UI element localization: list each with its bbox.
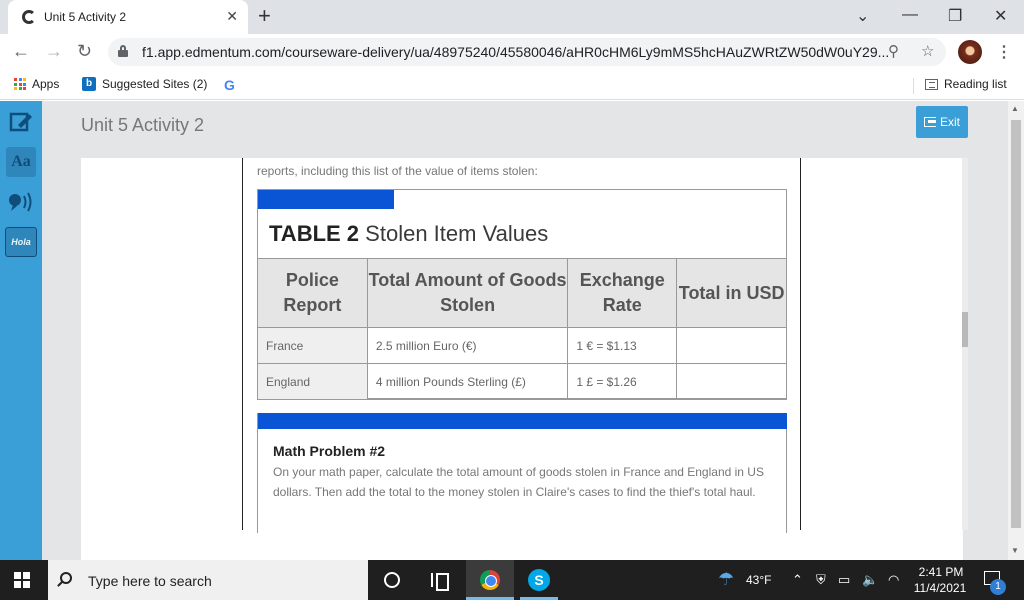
apps-grid-icon (14, 78, 26, 90)
bookmark-apps-label: Apps (32, 77, 60, 91)
reading-list-label: Reading list (944, 77, 1007, 91)
back-button[interactable]: ← (12, 41, 30, 62)
tab-strip: Unit 5 Activity 2 ✕ + ⌄ — ❐ ✕ (0, 0, 1024, 34)
table-row: France 2.5 million Euro (€) 1 € = $1.13 (257, 327, 787, 364)
show-hidden-icons-icon[interactable]: ⌃ (792, 572, 803, 588)
forward-button[interactable]: → (45, 41, 63, 62)
translate-icon[interactable]: Hola (5, 227, 37, 257)
table-accent-bar (258, 190, 394, 209)
stolen-items-table: Police Report Total Amount of Goods Stol… (257, 258, 787, 400)
zoom-icon[interactable]: ⚲ (888, 42, 899, 60)
activity-header: Unit 5 Activity 2 Exit (42, 101, 1008, 158)
problem-title: Math Problem #2 (273, 443, 386, 459)
exit-label: Exit (939, 115, 960, 129)
bing-icon: b (82, 77, 96, 91)
problem-text: On your math paper, calculate the total … (273, 465, 764, 499)
stolen-items-table-box: TABLE 2 Stolen Item Values Police Report… (257, 189, 787, 400)
browser-toolbar: ← → ↻ f1.app.edmentum.com/courseware-del… (0, 34, 1024, 70)
close-tab-icon[interactable]: ✕ (226, 8, 238, 25)
browser-menu-icon[interactable]: ⋮ (996, 42, 1012, 62)
table-cell: 1 € = $1.13 (567, 327, 678, 364)
reload-button[interactable]: ↻ (77, 41, 92, 62)
bookmark-apps[interactable]: Apps (14, 77, 59, 91)
notification-badge: 1 (990, 579, 1006, 595)
lock-icon[interactable] (118, 45, 128, 57)
page-title: Unit 5 Activity 2 (81, 115, 205, 135)
weather-temperature[interactable]: 43°F (746, 573, 771, 587)
close-window-button[interactable]: ✕ (994, 6, 1007, 26)
profile-avatar[interactable] (958, 40, 982, 64)
battery-icon[interactable]: ▭ (838, 572, 850, 588)
scroll-down-icon[interactable]: ▼ (1011, 546, 1019, 555)
chrome-taskbar-icon[interactable] (478, 568, 502, 592)
page-scroll-thumb[interactable] (1011, 120, 1021, 528)
cortana-icon[interactable] (380, 568, 404, 592)
column-header: Total Amount of Goods Stolen (366, 258, 569, 328)
bookmark-suggested-sites[interactable]: b Suggested Sites (2) (82, 77, 207, 91)
minimize-button[interactable]: — (902, 6, 918, 24)
dictionary-icon[interactable]: Aa (6, 147, 36, 177)
bookmark-divider (913, 78, 914, 94)
reading-list-button[interactable]: Reading list (925, 77, 1007, 91)
column-header: Police Report (257, 258, 368, 328)
defender-icon[interactable]: ⛨ (816, 572, 826, 588)
tab-search-icon[interactable]: ⌄ (856, 6, 869, 26)
bookmark-star-icon[interactable]: ☆ (921, 42, 934, 60)
taskbar-search-box[interactable]: Type here to search (48, 560, 368, 600)
table-cell (676, 363, 787, 400)
clock-time[interactable]: 2:41 PM (916, 565, 966, 579)
wifi-icon[interactable]: ◠ (888, 572, 899, 588)
address-bar[interactable]: f1.app.edmentum.com/courseware-delivery/… (108, 38, 946, 66)
content-right-rule (800, 158, 801, 530)
browser-tab[interactable]: Unit 5 Activity 2 ✕ (8, 0, 248, 34)
volume-icon[interactable]: 🔈 (862, 572, 878, 588)
content-bottom (81, 530, 963, 560)
restore-button[interactable]: ❐ (948, 6, 962, 26)
tab-title: Unit 5 Activity 2 (44, 10, 127, 24)
intro-text: reports, including this list of the valu… (257, 164, 538, 178)
content-scroll-thumb[interactable] (962, 312, 968, 347)
table-cell: France (257, 327, 368, 364)
speaker-icon[interactable] (6, 187, 36, 217)
table-header-row: Police Report Total Amount of Goods Stol… (257, 258, 787, 328)
table-label: TABLE 2 (269, 221, 360, 246)
taskbar: Type here to search S ☂ 43°F ⌃ ⛨ ▭ 🔈 ◠ 2… (0, 560, 1024, 600)
umbrella-weather-icon[interactable]: ☂ (718, 569, 734, 590)
edmentum-favicon-icon (22, 10, 36, 24)
math-problem-box: Math Problem #2 On your math paper, calc… (257, 413, 787, 533)
exit-button[interactable]: Exit (916, 106, 968, 138)
new-tab-button[interactable]: + (258, 5, 271, 27)
table-cell: 1 £ = $1.26 (567, 363, 678, 400)
scroll-up-icon[interactable]: ▲ (1011, 104, 1019, 113)
table-cell: England (257, 363, 368, 400)
column-header: Exchange Rate (567, 258, 678, 328)
table-cell (676, 327, 787, 364)
clock-date[interactable]: 11/4/2021 (910, 581, 970, 595)
content-left-rule (242, 158, 243, 530)
windows-start-icon[interactable] (14, 572, 30, 588)
table-cell: 2.5 million Euro (€) (366, 327, 569, 364)
search-icon (60, 572, 72, 584)
bookmark-suggested-label: Suggested Sites (2) (102, 77, 208, 91)
google-icon: G (224, 77, 235, 93)
problem-accent-bar (258, 413, 787, 429)
table-title: Stolen Item Values (365, 221, 549, 246)
table-cell: 4 million Pounds Sterling (£) (366, 363, 569, 400)
table-heading: TABLE 2 Stolen Item Values (269, 221, 548, 247)
table-row: England 4 million Pounds Sterling (£) 1 … (257, 363, 787, 400)
task-view-icon[interactable] (428, 568, 452, 592)
bookmark-google[interactable]: G (224, 77, 235, 93)
url-text[interactable]: f1.app.edmentum.com/courseware-delivery/… (142, 44, 889, 60)
exit-icon (923, 117, 936, 127)
edit-icon[interactable] (6, 107, 36, 137)
tools-rail: Aa Hola (0, 101, 42, 560)
column-header: Total in USD (676, 258, 787, 328)
taskbar-search-placeholder: Type here to search (88, 573, 212, 589)
skype-taskbar-icon[interactable]: S (527, 568, 551, 592)
bookmarks-bar: Apps b Suggested Sites (2) G Reading lis… (0, 70, 1024, 100)
reading-list-icon (925, 78, 938, 90)
